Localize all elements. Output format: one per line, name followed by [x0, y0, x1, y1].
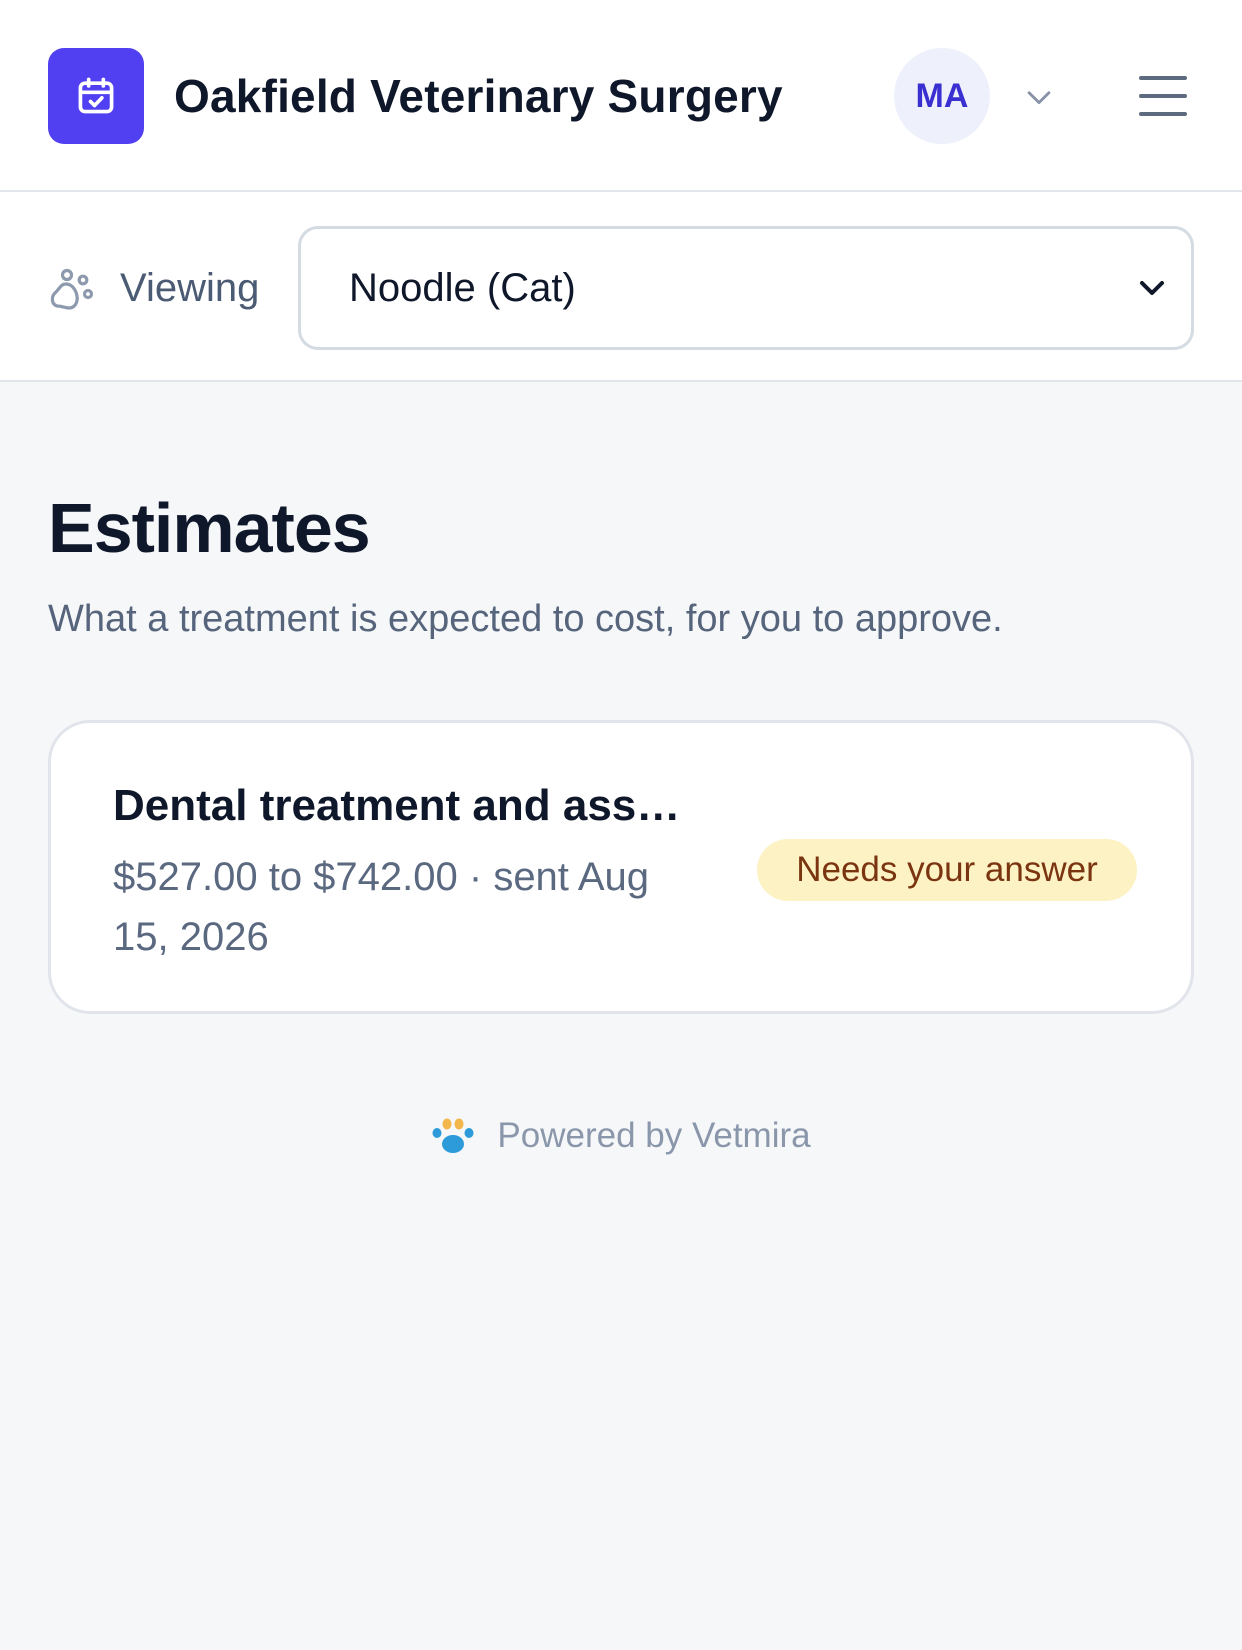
- estimate-card[interactable]: Dental treatment and ass… $527.00 to $74…: [48, 720, 1194, 1014]
- viewing-label: Viewing: [120, 266, 260, 310]
- calendar-check-icon: [78, 77, 114, 114]
- paw-icon: [432, 1118, 474, 1153]
- pet-switcher-bar: Viewing Noodle (Cat): [0, 192, 1242, 382]
- powered-by-text: Powered by Vetmira: [497, 1116, 811, 1155]
- pet-select-value: Noodle (Cat): [349, 266, 576, 310]
- paw-icon: [50, 268, 94, 310]
- top-header: Oakfield Veterinary Surgery MA: [0, 0, 1242, 192]
- user-avatar[interactable]: MA: [894, 48, 990, 144]
- page-subtitle: What a treatment is expected to cost, fo…: [48, 598, 1003, 640]
- clinic-name: Oakfield Veterinary Surgery: [174, 70, 783, 122]
- status-badge: Needs your answer: [757, 839, 1137, 901]
- clinic-logo[interactable]: [48, 48, 144, 144]
- estimate-meta: $527.00 to $742.00 · sent Aug 15, 2026: [113, 855, 649, 959]
- hamburger-menu-icon[interactable]: [1138, 70, 1188, 122]
- pet-select[interactable]: Noodle (Cat): [298, 226, 1194, 350]
- footer: Powered by Vetmira: [0, 1110, 1242, 1162]
- page-title: Estimates: [48, 489, 371, 567]
- chevron-down-icon: [1140, 281, 1164, 295]
- estimate-title: Dental treatment and ass…: [113, 781, 681, 830]
- chevron-down-icon[interactable]: [1022, 80, 1056, 114]
